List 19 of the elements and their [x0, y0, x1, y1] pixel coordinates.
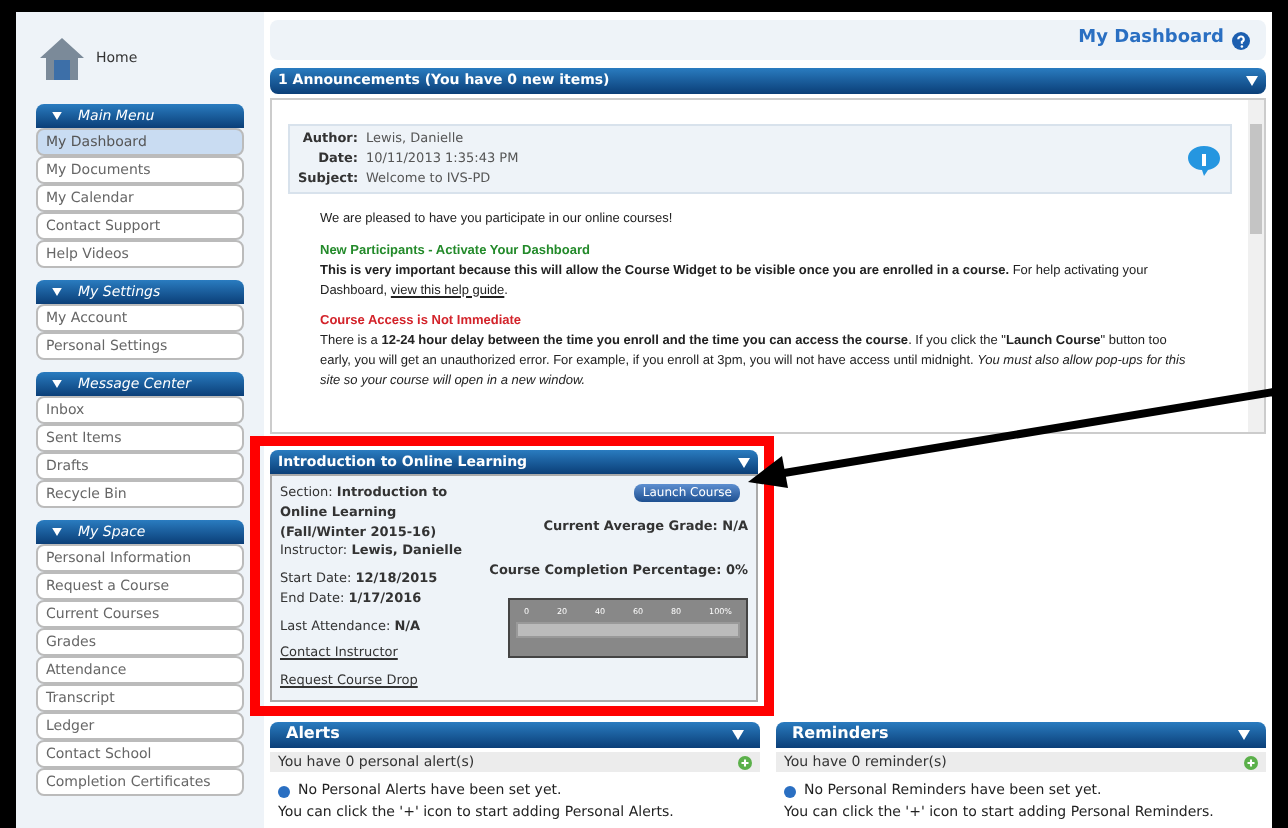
caret-icon[interactable]: [738, 457, 750, 467]
caret-icon[interactable]: [52, 528, 62, 536]
add-icon[interactable]: [1244, 755, 1258, 769]
speech-bubble-icon: [1186, 143, 1222, 176]
caret-icon[interactable]: [732, 729, 744, 740]
page-title: My Dashboard: [1078, 26, 1224, 53]
panel-header[interactable]: Reminders: [776, 721, 1266, 748]
caret-icon[interactable]: [1238, 729, 1250, 740]
info-icon: [278, 785, 290, 797]
caret-icon[interactable]: [52, 288, 62, 296]
caret-icon[interactable]: [1246, 76, 1258, 86]
panel-header[interactable]: Alerts: [270, 721, 760, 748]
add-icon[interactable]: [738, 755, 752, 769]
info-icon: [784, 785, 796, 797]
house-icon[interactable]: [36, 32, 88, 84]
scrollbar[interactable]: [1248, 100, 1264, 432]
help-icon[interactable]: [1232, 31, 1250, 49]
caret-icon[interactable]: [52, 380, 62, 388]
caret-icon[interactable]: [52, 112, 62, 120]
